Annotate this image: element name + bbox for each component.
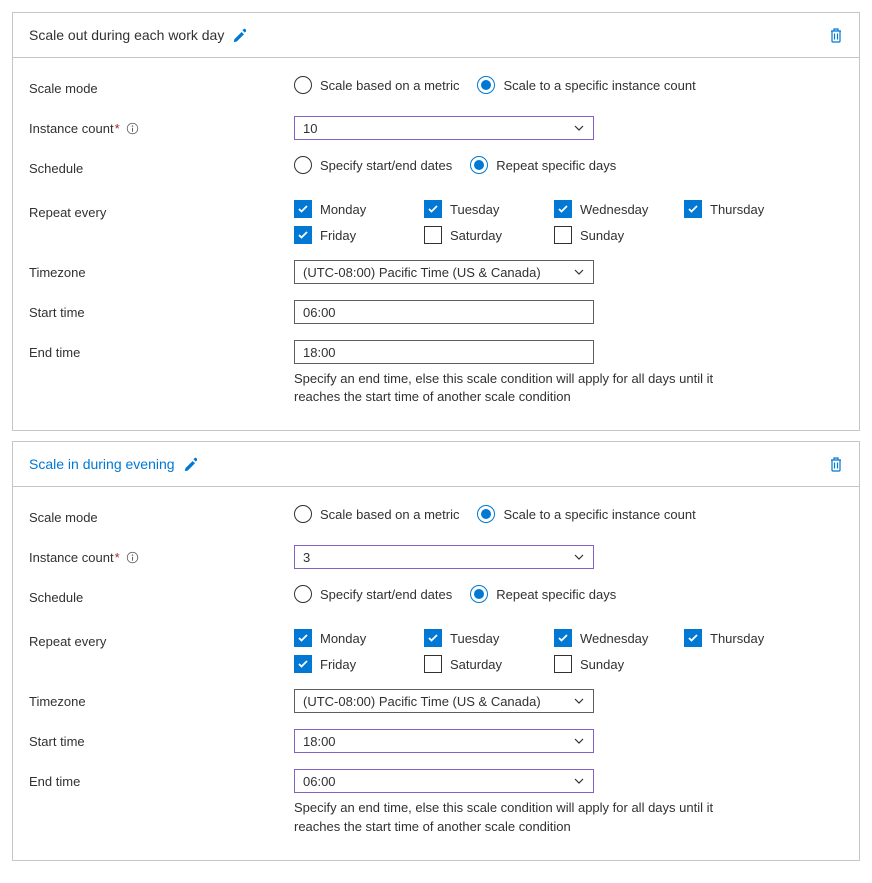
- scale-metric-radio[interactable]: Scale based on a metric: [294, 505, 459, 523]
- instance-count-select[interactable]: 3: [294, 545, 594, 569]
- panel-title: Scale out during each work day: [29, 27, 224, 43]
- radio-label-dates: Specify start/end dates: [320, 587, 452, 602]
- scale-specific-radio[interactable]: Scale to a specific instance count: [477, 505, 695, 523]
- chevron-down-icon: [573, 735, 585, 747]
- instance-count-value: 10: [303, 121, 317, 136]
- edit-icon[interactable]: [183, 457, 197, 471]
- end-time-label: End time: [29, 340, 294, 364]
- chevron-down-icon: [573, 122, 585, 134]
- scale-specific-radio[interactable]: Scale to a specific instance count: [477, 76, 695, 94]
- edit-icon[interactable]: [232, 28, 246, 42]
- end-time-input[interactable]: 18:00: [294, 340, 594, 364]
- end-time-value: 06:00: [303, 774, 336, 789]
- panel-body: Scale mode Scale based on a metric Scale…: [13, 487, 859, 859]
- panel-title: Scale in during evening: [29, 456, 175, 472]
- panel-body: Scale mode Scale based on a metric Scale…: [13, 58, 859, 430]
- panel-header: Scale in during evening: [13, 442, 859, 487]
- radio-label-metric: Scale based on a metric: [320, 78, 459, 93]
- checkbox-sunday[interactable]: Sunday: [554, 226, 684, 244]
- schedule-dates-radio[interactable]: Specify start/end dates: [294, 156, 452, 174]
- checkbox-monday[interactable]: Monday: [294, 200, 424, 218]
- checkbox-sunday[interactable]: Sunday: [554, 655, 684, 673]
- schedule-repeat-radio[interactable]: Repeat specific days: [470, 156, 616, 174]
- radio-label-specific: Scale to a specific instance count: [503, 507, 695, 522]
- timezone-select[interactable]: (UTC-08:00) Pacific Time (US & Canada): [294, 689, 594, 713]
- panel-header: Scale out during each work day: [13, 13, 859, 58]
- radio-label-metric: Scale based on a metric: [320, 507, 459, 522]
- end-time-hint: Specify an end time, else this scale con…: [294, 799, 724, 835]
- start-time-label: Start time: [29, 300, 294, 324]
- checkbox-thursday[interactable]: Thursday: [684, 200, 814, 218]
- instance-count-label: Instance count*: [29, 545, 294, 569]
- checkbox-thursday[interactable]: Thursday: [684, 629, 814, 647]
- chevron-down-icon: [573, 551, 585, 563]
- timezone-value: (UTC-08:00) Pacific Time (US & Canada): [303, 694, 541, 709]
- scale-condition-panel: Scale out during each work day Scale mod…: [12, 12, 860, 431]
- end-time-value: 18:00: [303, 345, 336, 360]
- instance-count-value: 3: [303, 550, 310, 565]
- timezone-label: Timezone: [29, 260, 294, 284]
- start-time-input[interactable]: 06:00: [294, 300, 594, 324]
- end-time-select[interactable]: 06:00: [294, 769, 594, 793]
- checkbox-wednesday[interactable]: Wednesday: [554, 200, 684, 218]
- checkbox-tuesday[interactable]: Tuesday: [424, 200, 554, 218]
- schedule-repeat-radio[interactable]: Repeat specific days: [470, 585, 616, 603]
- checkbox-saturday[interactable]: Saturday: [424, 226, 554, 244]
- info-icon[interactable]: [126, 122, 139, 135]
- radio-label-repeat: Repeat specific days: [496, 587, 616, 602]
- start-time-label: Start time: [29, 729, 294, 753]
- start-time-select[interactable]: 18:00: [294, 729, 594, 753]
- chevron-down-icon: [573, 266, 585, 278]
- start-time-value: 18:00: [303, 734, 336, 749]
- delete-icon[interactable]: [829, 27, 843, 43]
- checkbox-friday[interactable]: Friday: [294, 655, 424, 673]
- radio-label-specific: Scale to a specific instance count: [503, 78, 695, 93]
- start-time-value: 06:00: [303, 305, 336, 320]
- checkbox-wednesday[interactable]: Wednesday: [554, 629, 684, 647]
- timezone-label: Timezone: [29, 689, 294, 713]
- timezone-value: (UTC-08:00) Pacific Time (US & Canada): [303, 265, 541, 280]
- repeat-every-label: Repeat every: [29, 629, 294, 653]
- scale-condition-panel: Scale in during evening Scale mode Scale…: [12, 441, 860, 860]
- schedule-dates-radio[interactable]: Specify start/end dates: [294, 585, 452, 603]
- radio-label-dates: Specify start/end dates: [320, 158, 452, 173]
- chevron-down-icon: [573, 775, 585, 787]
- scale-mode-label: Scale mode: [29, 505, 294, 529]
- end-time-hint: Specify an end time, else this scale con…: [294, 370, 724, 406]
- instance-count-select[interactable]: 10: [294, 116, 594, 140]
- checkbox-monday[interactable]: Monday: [294, 629, 424, 647]
- chevron-down-icon: [573, 695, 585, 707]
- instance-count-label: Instance count*: [29, 116, 294, 140]
- schedule-label: Schedule: [29, 156, 294, 180]
- info-icon[interactable]: [126, 551, 139, 564]
- end-time-label: End time: [29, 769, 294, 793]
- checkbox-friday[interactable]: Friday: [294, 226, 424, 244]
- radio-label-repeat: Repeat specific days: [496, 158, 616, 173]
- scale-mode-label: Scale mode: [29, 76, 294, 100]
- timezone-select[interactable]: (UTC-08:00) Pacific Time (US & Canada): [294, 260, 594, 284]
- checkbox-tuesday[interactable]: Tuesday: [424, 629, 554, 647]
- delete-icon[interactable]: [829, 456, 843, 472]
- scale-metric-radio[interactable]: Scale based on a metric: [294, 76, 459, 94]
- schedule-label: Schedule: [29, 585, 294, 609]
- repeat-every-label: Repeat every: [29, 200, 294, 224]
- checkbox-saturday[interactable]: Saturday: [424, 655, 554, 673]
